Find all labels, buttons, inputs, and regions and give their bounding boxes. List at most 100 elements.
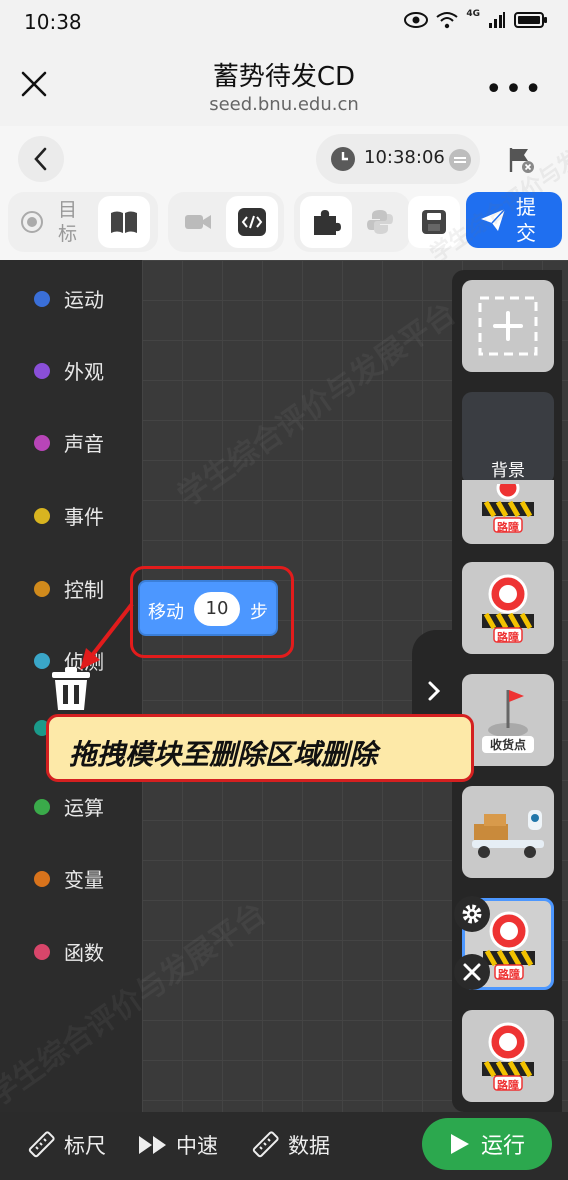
category-dot bbox=[34, 362, 50, 379]
category-label: 事件 bbox=[64, 505, 104, 529]
category-operators[interactable]: 运算 bbox=[34, 792, 104, 821]
ruler-label: 标尺 bbox=[64, 1134, 106, 1158]
add-sprite-button[interactable] bbox=[462, 280, 554, 372]
python-icon bbox=[367, 210, 393, 234]
category-dot bbox=[34, 290, 50, 307]
sprite-roadblock-2[interactable]: 路障 bbox=[462, 562, 554, 654]
destination-label: 收货点 bbox=[482, 736, 534, 753]
status-icons: 4G bbox=[404, 9, 548, 29]
category-dot bbox=[34, 580, 50, 597]
blocks-mode-button[interactable] bbox=[300, 196, 352, 248]
run-label: 运行 bbox=[480, 1134, 525, 1159]
sprite-roadblock-3[interactable]: 路障 bbox=[462, 1010, 554, 1102]
flag-clear-button[interactable] bbox=[504, 144, 536, 176]
ruler-button[interactable]: 标尺 bbox=[26, 1130, 106, 1160]
category-dot bbox=[34, 870, 50, 887]
ruler-icon bbox=[28, 1131, 55, 1158]
editor-type-group bbox=[294, 192, 410, 252]
roadblock-label: 路障 bbox=[497, 631, 519, 644]
clock-icon bbox=[331, 147, 355, 171]
instruction-tooltip: 拖拽模块至删除区域删除 bbox=[46, 714, 474, 782]
python-mode-button[interactable] bbox=[354, 196, 406, 248]
mode-group bbox=[168, 192, 284, 252]
video-camera-icon bbox=[185, 215, 211, 229]
category-label: 外观 bbox=[64, 360, 104, 384]
more-menu-icon[interactable]: ••• bbox=[485, 72, 544, 107]
category-motion[interactable]: 运动 bbox=[34, 284, 104, 313]
data-button[interactable]: 数据 bbox=[250, 1130, 330, 1160]
sprite-roadblock-1[interactable]: 路障 bbox=[462, 480, 554, 544]
code-icon bbox=[238, 208, 266, 236]
fast-forward-icon bbox=[139, 1136, 166, 1154]
code-button[interactable] bbox=[226, 196, 278, 248]
background-label: 背景 bbox=[491, 461, 525, 481]
sprite-delivery-truck[interactable] bbox=[462, 786, 554, 878]
submit-button[interactable]: 提交 bbox=[466, 192, 562, 248]
sprite-delete-button[interactable] bbox=[454, 954, 490, 990]
flag-icon bbox=[509, 148, 534, 173]
speed-label: 中速 bbox=[176, 1134, 218, 1158]
ruler-icon bbox=[252, 1131, 279, 1158]
submit-label: 提交 bbox=[516, 195, 536, 245]
category-variables[interactable]: 变量 bbox=[34, 864, 104, 893]
add-sprite-icon bbox=[478, 296, 538, 356]
category-sound[interactable]: 声音 bbox=[34, 428, 104, 457]
back-button[interactable] bbox=[18, 136, 64, 182]
tooltip-text: 拖拽模块至删除区域删除 bbox=[69, 738, 378, 771]
category-dot bbox=[34, 798, 50, 815]
clock: 10:38 bbox=[24, 10, 82, 34]
category-label: 函数 bbox=[64, 941, 104, 965]
run-button[interactable]: 运行 bbox=[422, 1118, 552, 1170]
play-icon bbox=[450, 1134, 469, 1154]
red-arrow-icon bbox=[80, 602, 134, 670]
category-dot bbox=[34, 507, 50, 524]
signal-icon bbox=[489, 12, 505, 28]
category-dot bbox=[34, 943, 50, 960]
save-button[interactable] bbox=[408, 196, 460, 248]
trash-icon[interactable] bbox=[48, 666, 94, 712]
sprite-settings-button[interactable] bbox=[454, 896, 490, 932]
page-title: 蓄势待发CD bbox=[212, 62, 356, 92]
switch-icon[interactable] bbox=[448, 148, 472, 172]
category-events[interactable]: 事件 bbox=[34, 501, 104, 530]
chevron-left-icon bbox=[34, 147, 47, 171]
timer-pill: 10:38:06 bbox=[316, 134, 480, 184]
bottom-bar: 标尺 中速 数据 运行 bbox=[0, 1112, 568, 1180]
paper-plane-icon bbox=[481, 208, 506, 231]
close-icon bbox=[463, 963, 481, 981]
data-label: 数据 bbox=[288, 1134, 330, 1158]
gear-icon bbox=[462, 904, 482, 924]
book-icon bbox=[111, 211, 137, 233]
background-card[interactable]: 背景 bbox=[462, 392, 554, 484]
target-group: 目标 bbox=[8, 192, 158, 252]
category-label: 运算 bbox=[64, 796, 104, 820]
puzzle-icon bbox=[314, 210, 341, 235]
roadblock-label: 路障 bbox=[497, 521, 519, 534]
network-type: 4G bbox=[466, 9, 480, 19]
category-label: 运动 bbox=[64, 288, 104, 312]
guide-book-button[interactable] bbox=[98, 196, 150, 248]
chevron-right-icon bbox=[428, 681, 441, 701]
sprite-destination[interactable]: 收货点 bbox=[462, 674, 554, 766]
video-button[interactable] bbox=[172, 196, 224, 248]
battery-icon bbox=[514, 12, 547, 28]
category-label: 控制 bbox=[64, 578, 104, 602]
radio-target-icon[interactable] bbox=[20, 210, 44, 234]
category-functions[interactable]: 函数 bbox=[34, 937, 104, 966]
speed-button[interactable]: 中速 bbox=[138, 1130, 218, 1160]
roadblock-label: 路障 bbox=[498, 968, 520, 981]
save-icon bbox=[422, 210, 446, 234]
category-control[interactable]: 控制 bbox=[34, 574, 104, 603]
page-url: seed.bnu.edu.cn bbox=[209, 94, 359, 115]
delivery-truck-icon bbox=[472, 810, 544, 858]
timer-text: 10:38:06 bbox=[364, 147, 445, 168]
status-bar: 10:38 4G bbox=[0, 0, 568, 44]
category-looks[interactable]: 外观 bbox=[34, 356, 104, 385]
block-highlight-frame bbox=[130, 566, 294, 658]
target-label[interactable]: 目标 bbox=[58, 198, 80, 246]
roadblock-label: 路障 bbox=[497, 1079, 519, 1092]
wifi-icon bbox=[436, 12, 458, 29]
category-dot bbox=[34, 434, 50, 451]
toolbar-area: 10:38:06 目标 提交 bbox=[0, 126, 568, 260]
title-bar: 蓄势待发CD seed.bnu.edu.cn ••• bbox=[0, 44, 568, 126]
